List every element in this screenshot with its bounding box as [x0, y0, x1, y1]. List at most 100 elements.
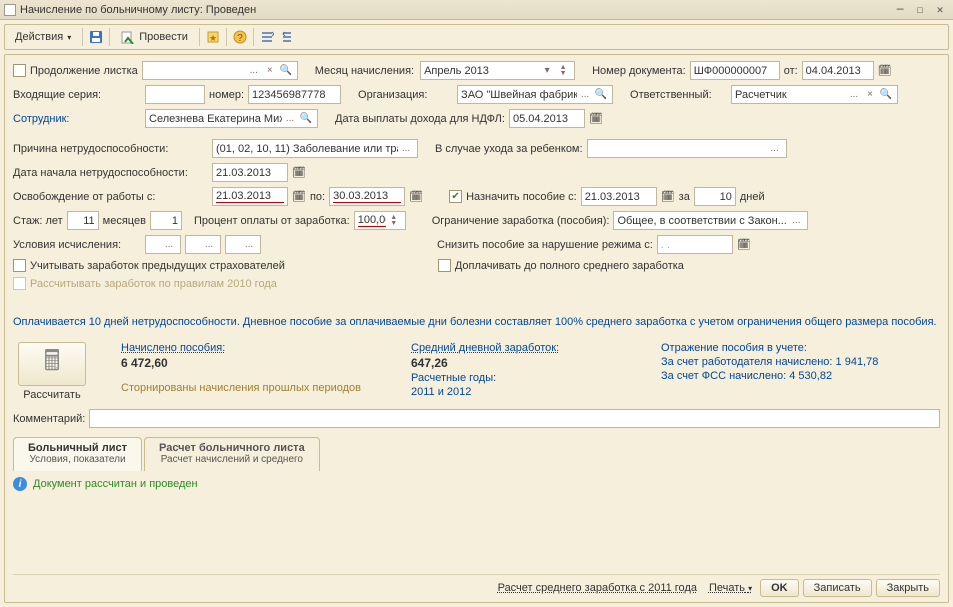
ellipsis-icon[interactable]: ...: [246, 62, 262, 79]
list-indent-icon[interactable]: [259, 29, 275, 45]
avg2011-link[interactable]: Расчет среднего заработка с 2011 года: [494, 580, 701, 596]
resp-input[interactable]: Расчетчик ... × 🔍: [731, 85, 898, 104]
start-date-label: Дата начала нетрудоспособности:: [13, 167, 208, 179]
search-icon[interactable]: 🔍: [278, 62, 294, 79]
spinner-icon[interactable]: ▲▼: [555, 62, 571, 79]
assign-from-input[interactable]: 21.03.2013: [581, 187, 657, 206]
org-input[interactable]: ЗАО "Швейная фабрика" ... 🔍: [457, 85, 613, 104]
ndfl-date-label: Дата выплаты дохода для НДФЛ:: [335, 113, 505, 125]
limit-input[interactable]: Общее, в соответствии с Закон... ...: [613, 211, 808, 230]
ellipsis-icon[interactable]: ...: [241, 236, 257, 253]
ellipsis-icon[interactable]: ...: [577, 86, 593, 103]
ellipsis-icon[interactable]: ...: [201, 236, 217, 253]
calc-cond-3-input[interactable]: ...: [225, 235, 261, 254]
org-label: Организация:: [358, 89, 453, 101]
calendar-icon[interactable]: 🗓: [589, 112, 603, 125]
maximize-button[interactable]: ☐: [911, 3, 929, 17]
release-from-input[interactable]: 21.03.2013: [212, 187, 288, 206]
search-icon[interactable]: 🔍: [298, 110, 314, 127]
reason-input[interactable]: (01, 02, 10, 11) Заболевание или травм..…: [212, 139, 418, 158]
svg-text:★: ★: [209, 33, 217, 43]
dropdown-icon[interactable]: ▾: [539, 62, 555, 79]
fullavg-checkbox[interactable]: [438, 259, 451, 272]
ndfl-date-input[interactable]: 05.04.2013: [509, 109, 585, 128]
ellipsis-icon[interactable]: ...: [788, 212, 804, 229]
calendar-icon[interactable]: 🗓: [878, 64, 892, 77]
calendar-icon[interactable]: 🗓: [409, 190, 423, 203]
rules2010-label: Рассчитывать заработок по правилам 2010 …: [30, 278, 277, 290]
calc-cond-1-input[interactable]: ...: [145, 235, 181, 254]
docdate-input[interactable]: 04.04.2013: [802, 61, 874, 80]
release-to-input[interactable]: 30.03.2013: [329, 187, 405, 206]
accrued-label[interactable]: Начислено пособия:: [121, 342, 381, 354]
release-to-label: по:: [310, 191, 325, 203]
assign-from-label: Назначить пособие с:: [466, 191, 577, 203]
info-icon: i: [13, 477, 27, 491]
calendar-icon[interactable]: 🗓: [737, 238, 751, 251]
inseries-label: Входящие серия:: [13, 89, 141, 101]
stazh-months-input[interactable]: 1: [150, 211, 182, 230]
continuation-label: Продолжение листка: [30, 65, 138, 77]
calculate-button[interactable]: 🖩: [18, 342, 86, 386]
close-window-button[interactable]: ✕: [931, 3, 949, 17]
calendar-icon[interactable]: 🗓: [292, 166, 306, 179]
ok-button[interactable]: OK: [760, 579, 799, 597]
ellipsis-icon[interactable]: ...: [767, 140, 783, 157]
spinner-icon[interactable]: ▲▼: [386, 212, 402, 229]
employee-input[interactable]: Селезнева Екатерина Михай... ... 🔍: [145, 109, 318, 128]
stazh-years-label: Стаж: лет: [13, 215, 63, 227]
innum-input[interactable]: 123456987778: [248, 85, 341, 104]
comment-input[interactable]: [89, 409, 940, 428]
post-button[interactable]: Провести: [115, 28, 194, 46]
clear-icon[interactable]: ×: [862, 86, 878, 103]
ellipsis-icon[interactable]: ...: [282, 110, 298, 127]
search-icon[interactable]: 🔍: [878, 86, 894, 103]
titlebar: Начисление по больничному листу: Проведе…: [0, 0, 953, 20]
assign-days-input[interactable]: 10: [694, 187, 736, 206]
tab-calculation[interactable]: Расчет больничного листа Расчет начислен…: [144, 437, 320, 471]
document-icon: [4, 4, 16, 16]
inseries-input[interactable]: [145, 85, 205, 104]
calc-cond-label: Условия исчисления:: [13, 239, 141, 251]
ellipsis-icon[interactable]: ...: [398, 140, 414, 157]
tab-sick-leave[interactable]: Больничный лист Условия, показатели: [13, 437, 142, 471]
calculator-icon: 🖩: [44, 340, 61, 388]
calc-years-label: Расчетные годы:: [411, 372, 631, 384]
print-menu[interactable]: Печать ▾: [705, 580, 756, 596]
help-icon[interactable]: ?: [232, 29, 248, 45]
minimize-button[interactable]: ─: [891, 3, 909, 17]
reduce-date-input[interactable]: . .: [657, 235, 733, 254]
docnum-input[interactable]: ШФ000000007: [690, 61, 780, 80]
calc-cond-2-input[interactable]: ...: [185, 235, 221, 254]
calendar-icon[interactable]: 🗓: [292, 190, 306, 203]
start-date-input[interactable]: 21.03.2013: [212, 163, 288, 182]
stazh-years-input[interactable]: 11: [67, 211, 99, 230]
save-icon[interactable]: [88, 29, 104, 45]
month-input[interactable]: Апрель 2013 ▾ ▲▼: [420, 61, 575, 80]
assign-benefit-checkbox[interactable]: ✔: [449, 190, 462, 203]
flag-icon[interactable]: ★: [205, 29, 221, 45]
actions-menu[interactable]: Действия▾: [9, 29, 77, 45]
ellipsis-icon[interactable]: ...: [846, 86, 862, 103]
prev-insurers-checkbox[interactable]: [13, 259, 26, 272]
account-label: Отражение пособия в учете:: [661, 342, 878, 354]
employee-label[interactable]: Сотрудник:: [13, 113, 141, 125]
list-outdent-icon[interactable]: [278, 29, 294, 45]
docnum-label: Номер документа:: [592, 65, 686, 77]
paypct-input[interactable]: 100,00 ▲▼: [354, 211, 406, 230]
continuation-input[interactable]: ... × 🔍: [142, 61, 298, 80]
assign-days-label: дней: [740, 191, 765, 203]
avgdaily-label[interactable]: Средний дневной заработок:: [411, 342, 631, 354]
close-button[interactable]: Закрыть: [876, 579, 940, 597]
search-icon[interactable]: 🔍: [593, 86, 609, 103]
childcare-input[interactable]: ...: [587, 139, 787, 158]
clear-icon[interactable]: ×: [262, 62, 278, 79]
rules2010-checkbox: [13, 277, 26, 290]
ellipsis-icon[interactable]: ...: [161, 236, 177, 253]
calendar-icon[interactable]: 🗓: [661, 190, 675, 203]
continuation-checkbox[interactable]: [13, 64, 26, 77]
save-button[interactable]: Записать: [803, 579, 872, 597]
paypct-label: Процент оплаты от заработка:: [194, 215, 350, 227]
reason-label: Причина нетрудоспособности:: [13, 143, 208, 155]
storno-label: Сторнированы начисления прошлых периодов: [121, 382, 381, 394]
